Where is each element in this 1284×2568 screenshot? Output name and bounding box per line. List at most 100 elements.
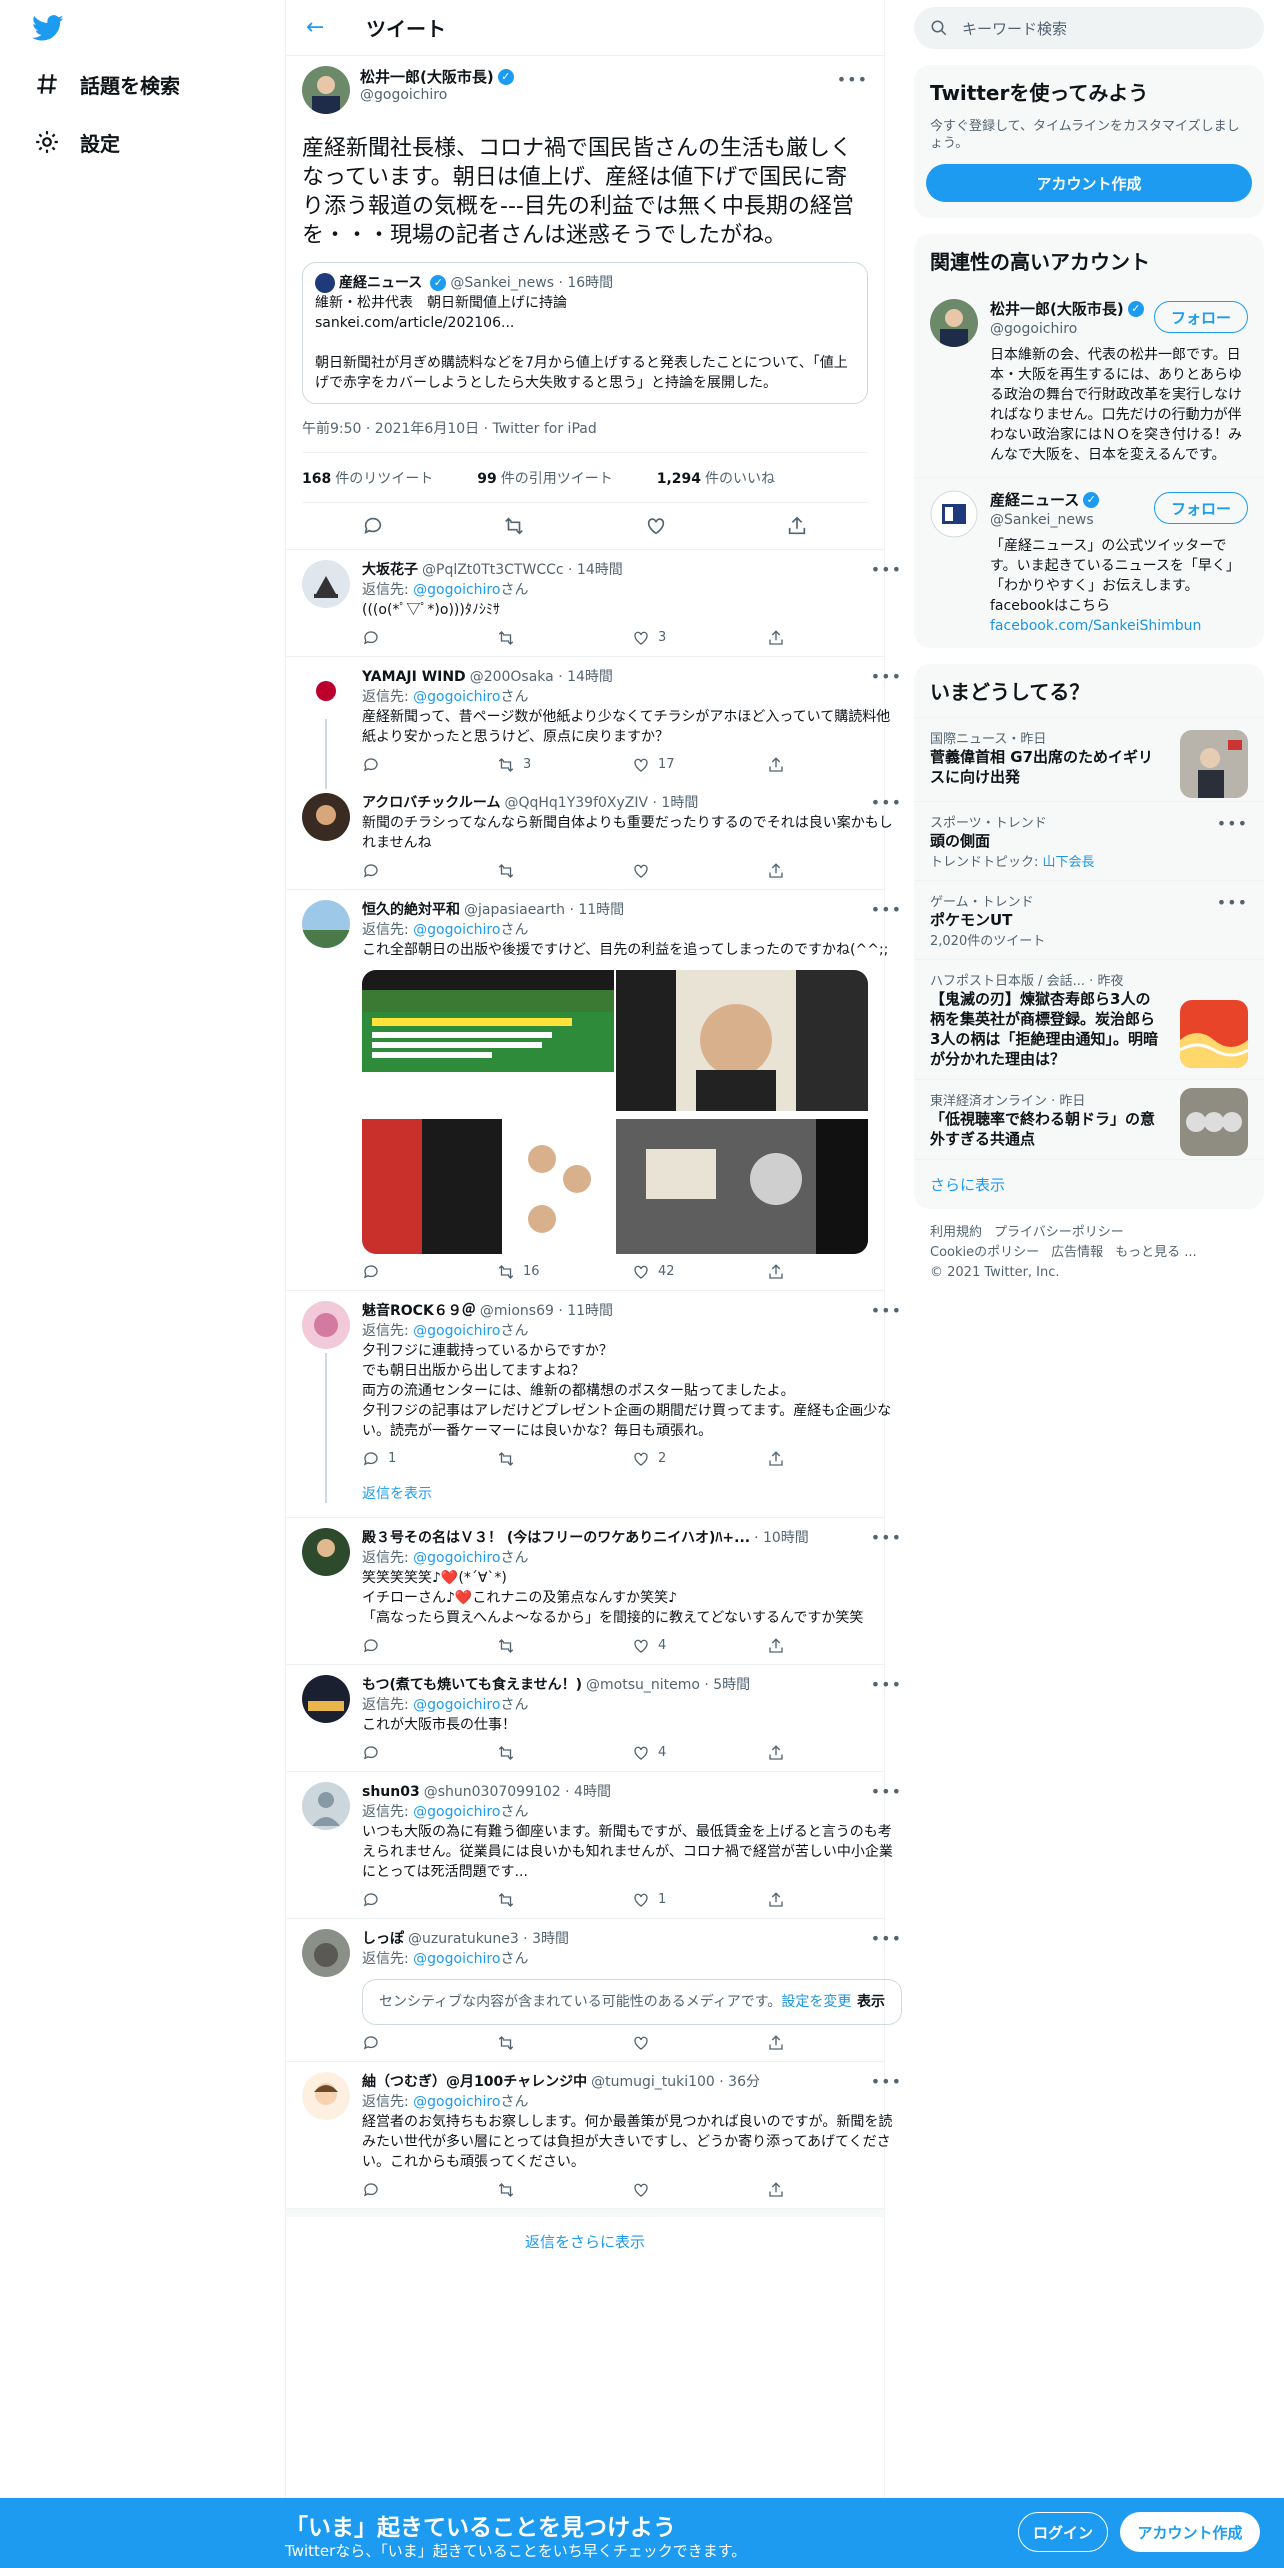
- reply-tweet[interactable]: もつ(煮ても焼いても食えません！) @motsu_nitemo · 5時間 ••• 返…: [286, 1665, 901, 1772]
- show-media-button[interactable]: 表示: [857, 1992, 885, 2012]
- reply-button[interactable]: [362, 1637, 497, 1655]
- like-button[interactable]: 17: [632, 755, 767, 775]
- more-options-icon[interactable]: •••: [871, 1929, 902, 1949]
- reply-author-name[interactable]: 恒久的絶対平和: [362, 900, 460, 920]
- reply-author-name[interactable]: 紬（つむぎ）@月100チャレンジ中: [362, 2072, 587, 2092]
- like-button[interactable]: [632, 2034, 767, 2052]
- more-options-icon[interactable]: •••: [871, 1301, 902, 1321]
- more-options-icon[interactable]: •••: [871, 793, 902, 813]
- nav-settings[interactable]: 設定: [34, 122, 120, 162]
- more-options-icon[interactable]: •••: [871, 900, 902, 920]
- retweet-button[interactable]: [497, 1891, 632, 1909]
- like-button[interactable]: 4: [632, 1743, 767, 1763]
- retweet-button[interactable]: [497, 2181, 632, 2199]
- reply-to-handle[interactable]: @gogoichiro: [413, 689, 500, 705]
- more-options-icon[interactable]: •••: [871, 667, 902, 687]
- retweet-button[interactable]: 16: [497, 1262, 632, 1282]
- reply-avatar[interactable]: [302, 793, 350, 841]
- more-options-icon[interactable]: •••: [1217, 893, 1248, 912]
- share-button[interactable]: [767, 629, 902, 647]
- twitter-logo-icon[interactable]: [30, 12, 66, 44]
- reply-avatar[interactable]: [302, 667, 350, 715]
- like-button[interactable]: [632, 862, 767, 880]
- retweet-button[interactable]: [497, 629, 632, 647]
- follow-button[interactable]: フォロー: [1153, 492, 1248, 524]
- reply-to-handle[interactable]: @gogoichiro: [413, 2094, 500, 2110]
- back-arrow-icon[interactable]: ←: [306, 15, 346, 40]
- footer-terms[interactable]: 利用規約: [930, 1225, 982, 1240]
- reply-to-handle[interactable]: @gogoichiro: [413, 922, 500, 938]
- follow-button[interactable]: フォロー: [1153, 301, 1248, 333]
- account-name[interactable]: 松井一郎(大阪市長): [990, 299, 1124, 319]
- reply-button[interactable]: [362, 862, 497, 880]
- reply-tweet[interactable]: アクロバチックルーム @QqHq1Y39f0XyZIV · 1時間 ••• 新聞のチラ…: [286, 783, 901, 890]
- reply-avatar[interactable]: [302, 1528, 350, 1576]
- retweet-count[interactable]: 168 件のリツイート: [302, 468, 455, 488]
- reply-to-handle[interactable]: @gogoichiro: [413, 1550, 500, 1566]
- reply-author-name[interactable]: もつ(煮ても焼いても食えません！): [362, 1675, 582, 1695]
- reply-button[interactable]: [362, 629, 497, 647]
- like-icon[interactable]: [645, 515, 667, 537]
- reply-to-handle[interactable]: @gogoichiro: [413, 1323, 500, 1339]
- create-account-button[interactable]: アカウント作成: [926, 164, 1252, 202]
- reply-tweet[interactable]: shun03 @shun0307099102 · 4時間 ••• 返信先: @gogo…: [286, 1772, 901, 1919]
- reply-button[interactable]: 1: [362, 1449, 497, 1469]
- retweet-button[interactable]: [497, 1450, 632, 1468]
- author-name[interactable]: 松井一郎(大阪市長) ✓: [360, 66, 514, 87]
- reply-tweet[interactable]: YAMAJI WIND @200Osaka · 14時間 ••• 返信先: @gogo…: [286, 657, 901, 789]
- more-options-icon[interactable]: •••: [871, 2072, 902, 2092]
- reply-avatar[interactable]: [302, 900, 350, 948]
- reply-tweet[interactable]: 殿３号その名はＶ３！ (今はフリーのワケありニイハオ)ﾊ+... · 10時間 ••…: [286, 1518, 901, 1665]
- login-button[interactable]: ログイン: [1018, 2512, 1108, 2552]
- trend-item[interactable]: ゲーム・トレンド ポケモンUT 2,020件のツイート •••: [914, 880, 1264, 959]
- like-button[interactable]: 1: [632, 1890, 767, 1910]
- account-bio-link[interactable]: facebook.com/SankeiShimbun: [990, 618, 1201, 634]
- more-options-icon[interactable]: •••: [871, 1528, 902, 1548]
- reply-author-name[interactable]: shun03: [362, 1782, 420, 1802]
- reply-icon[interactable]: [362, 515, 384, 537]
- trend-item[interactable]: スポーツ・トレンド 頭の側面 トレンドトピック: 山下会長 •••: [914, 801, 1264, 880]
- retweet-button[interactable]: [497, 862, 632, 880]
- reply-tweet[interactable]: 紬（つむぎ）@月100チャレンジ中 @tumugi_tuki100 · 36分 ••…: [286, 2062, 901, 2209]
- reply-button[interactable]: [362, 2034, 497, 2052]
- reply-button[interactable]: [362, 1263, 497, 1281]
- reply-tweet[interactable]: 恒久的絶対平和 @japasiaearth · 11時間 ••• 返信先: @gogo…: [286, 890, 901, 1291]
- retweet-button[interactable]: [497, 2034, 632, 2052]
- reply-to-handle[interactable]: @gogoichiro: [413, 582, 500, 598]
- book-cover-image[interactable]: [362, 970, 614, 1117]
- reply-button[interactable]: [362, 1744, 497, 1762]
- related-account[interactable]: 松井一郎(大阪市長) ✓ @gogoichiro 日本維新の会、代表の松井一郎です…: [914, 287, 1264, 477]
- reply-button[interactable]: [362, 2181, 497, 2199]
- signup-button[interactable]: アカウント作成: [1120, 2512, 1260, 2552]
- reply-tweet[interactable]: しっぽ @uzuratukune3 · 3時間 ••• 返信先: @gogoichir…: [286, 1919, 902, 2062]
- author-avatar[interactable]: [302, 66, 350, 114]
- reply-image-grid[interactable]: [362, 970, 868, 1254]
- share-button[interactable]: [767, 1744, 902, 1762]
- reply-avatar[interactable]: [302, 560, 350, 608]
- more-options-icon[interactable]: •••: [871, 1782, 902, 1802]
- trends-show-more[interactable]: さらに表示: [914, 1159, 1264, 1209]
- reply-button[interactable]: [362, 756, 497, 774]
- account-avatar[interactable]: [930, 490, 978, 538]
- trend-item[interactable]: ハフポスト日本版 / 会話... · 昨夜 【鬼滅の刃】煉獄杏寿郎ら3人の柄を集…: [914, 959, 1264, 1079]
- reply-avatar[interactable]: [302, 1782, 350, 1830]
- footer-more[interactable]: もっと見る ...: [1115, 1245, 1197, 1260]
- reply-author-name[interactable]: 魅音ROCK６９＠: [362, 1301, 476, 1321]
- related-account[interactable]: 産経ニュース ✓ @Sankei_news 「産経ニュース」の公式ツイッターです。…: [914, 477, 1264, 648]
- trend-item[interactable]: 東洋経済オンライン · 昨日 「低視聴率で終わる朝ドラ」の意外すぎる共通点: [914, 1079, 1264, 1159]
- more-options-icon[interactable]: •••: [1217, 814, 1248, 833]
- book-cover-image[interactable]: [362, 1119, 614, 1254]
- reply-author-name[interactable]: 殿３号その名はＶ３！ (今はフリーのワケありニイハオ)ﾊ+...: [362, 1528, 750, 1548]
- quote-count[interactable]: 99 件の引用ツイート: [477, 468, 634, 488]
- footer-privacy[interactable]: プライバシーポリシー: [994, 1225, 1124, 1240]
- like-button[interactable]: 4: [632, 1636, 767, 1656]
- nav-explore[interactable]: 話題を検索: [34, 64, 180, 104]
- account-avatar[interactable]: [930, 299, 978, 347]
- like-button[interactable]: [632, 2181, 767, 2199]
- retweet-button[interactable]: [497, 1744, 632, 1762]
- change-settings-link[interactable]: 設定を変更: [781, 1994, 851, 2010]
- reply-author-name[interactable]: アクロバチックルーム: [362, 793, 500, 813]
- reply-to-handle[interactable]: @gogoichiro: [413, 1951, 500, 1967]
- share-button[interactable]: [767, 2034, 902, 2052]
- search-box[interactable]: キーワード検索: [914, 7, 1264, 49]
